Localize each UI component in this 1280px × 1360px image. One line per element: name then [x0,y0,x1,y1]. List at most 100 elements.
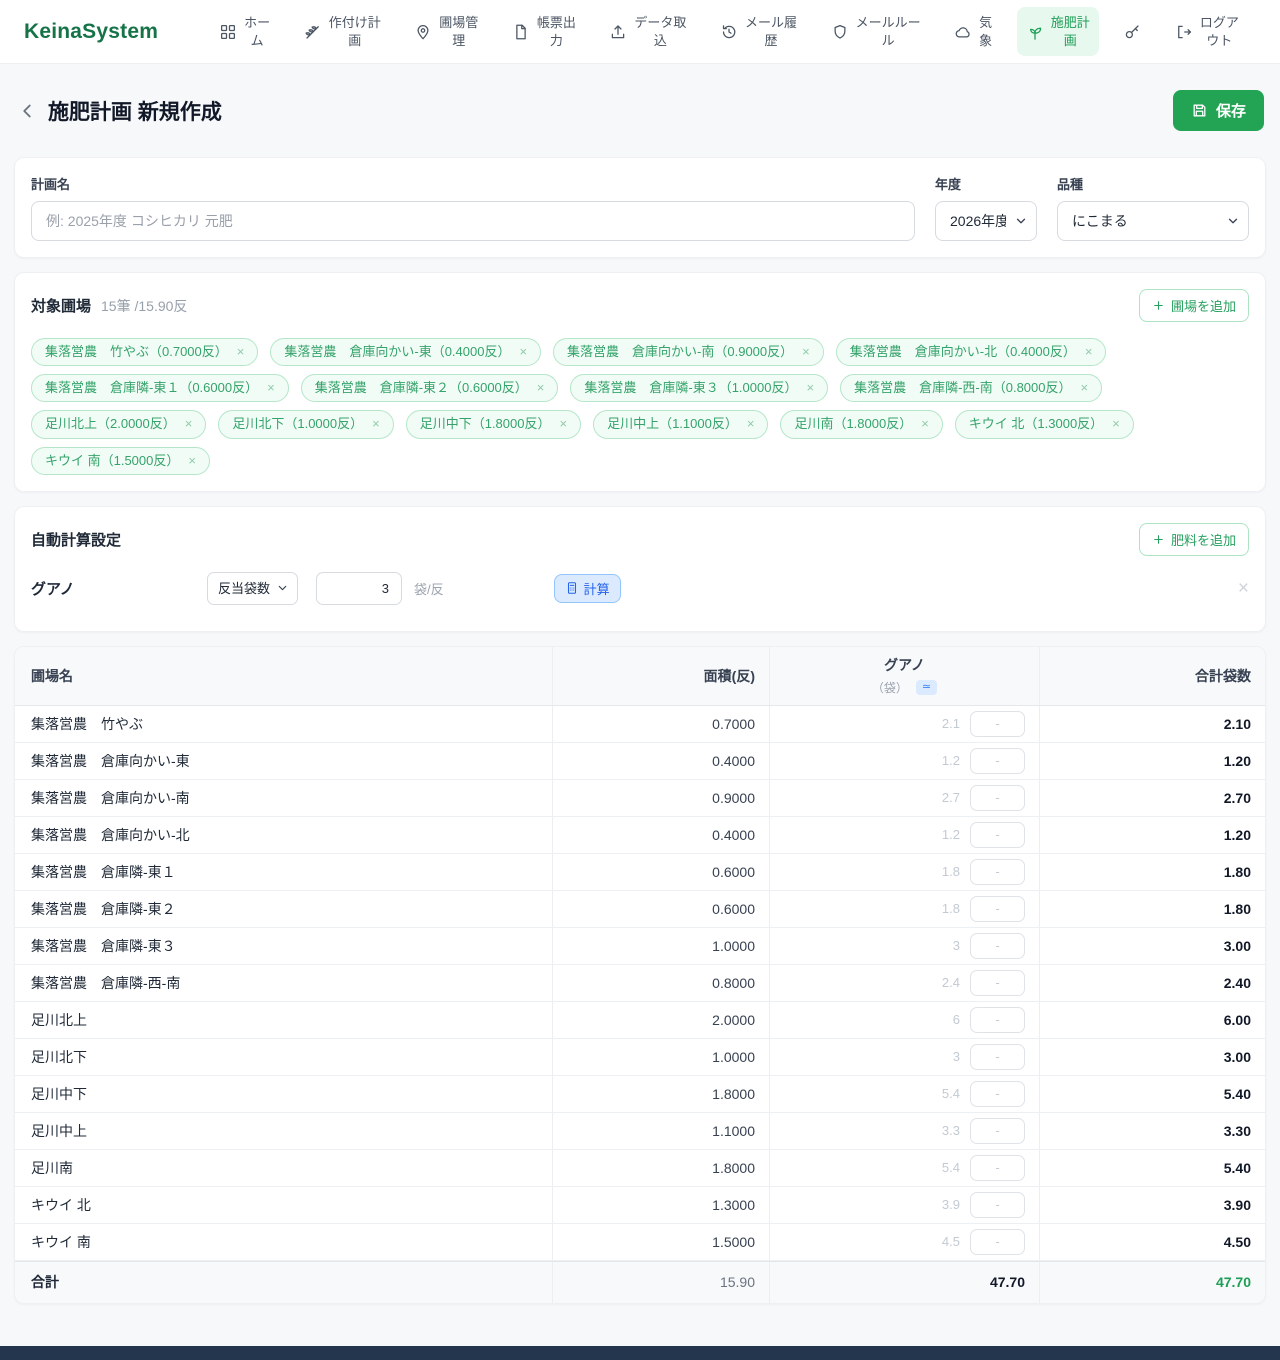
row-total-bags: 1.80 [1039,891,1266,927]
target-fields-summary: 15筆 /15.90反 [101,296,187,316]
remove-tag-icon[interactable]: × [921,415,929,433]
nav-item-planting-plan[interactable]: 作付け計 画 [295,7,390,56]
row-guano-cell: 3 [769,1039,1039,1075]
approx-badge[interactable]: ≃ [916,680,937,695]
remove-tag-icon[interactable]: × [802,343,810,361]
add-field-button[interactable]: 圃場を追加 [1139,289,1249,322]
field-tag-label: 集落営農 竹やぶ（0.7000反） [45,343,228,361]
chevron-left-icon [16,100,38,122]
calc-button[interactable]: 計算 [554,574,621,603]
row-guano-input[interactable] [970,859,1025,885]
row-guano-input[interactable] [970,1007,1025,1033]
col-guano-unit: （袋） [872,679,908,696]
remove-tag-icon[interactable]: × [267,379,275,397]
col-guano-name: グアノ [884,655,925,675]
row-guano-input[interactable] [970,896,1025,922]
nav-item-fertilization-plan[interactable]: 施肥計 画 [1017,7,1099,56]
row-guano-input[interactable] [970,970,1025,996]
shield-icon [831,23,849,41]
row-guano-input[interactable] [970,1192,1025,1218]
save-button[interactable]: 保存 [1173,90,1264,131]
row-field-name: 集落営農 竹やぶ [15,706,552,742]
plan-name-input[interactable] [31,201,915,241]
remove-tag-icon[interactable]: × [747,415,755,433]
nav-item-weather[interactable]: 気 象 [945,7,1001,56]
page-title: 施肥計画 新規作成 [48,96,222,126]
nav-item-key[interactable] [1114,16,1150,48]
bags-per-tan-input[interactable] [316,572,402,605]
field-tag: 集落営農 倉庫隣-西-南（0.8000反）× [840,374,1102,402]
remove-tag-icon[interactable]: × [237,343,245,361]
add-field-label: 圃場を追加 [1171,296,1236,315]
field-tag: 集落営農 倉庫隣-東３（1.0000反）× [570,374,828,402]
row-area: 1.8000 [552,1076,769,1112]
variety-select[interactable]: にこまる [1057,201,1249,241]
row-guano-cell: 3 [769,928,1039,964]
remove-tag-icon[interactable]: × [559,415,567,433]
nav-item-data-import[interactable]: データ取 込 [600,7,695,56]
nav-item-label: 作付け計 画 [329,14,381,49]
app-logo[interactable]: KeinaSystem [24,20,158,44]
table-row: 集落営農 竹やぶ0.70002.12.10 [15,706,1265,743]
row-guano-input[interactable] [970,785,1025,811]
year-select[interactable]: 2026年度 [935,201,1037,241]
remove-tag-icon[interactable]: × [188,452,196,470]
remove-tag-icon[interactable]: × [185,415,193,433]
field-tag: 足川北下（1.0000反）× [218,410,393,438]
remove-tag-icon[interactable]: × [806,379,814,397]
row-area: 1.1000 [552,1113,769,1149]
field-tag: 集落営農 倉庫向かい-南（0.9000反）× [553,338,824,366]
add-fertilizer-button[interactable]: 肥料を追加 [1139,523,1249,556]
row-total-bags: 1.80 [1039,854,1266,890]
nav-item-logout[interactable]: ログア ウト [1166,7,1248,56]
field-tag-label: 集落営農 倉庫向かい-北（0.4000反） [850,343,1076,361]
table-row: 足川北下1.000033.00 [15,1039,1265,1076]
nav-item-field-management[interactable]: 圃場管 理 [405,7,487,56]
calc-mode-select[interactable]: 反当袋数 [207,572,298,605]
remove-tag-icon[interactable]: × [1080,379,1088,397]
row-guano-auto: 5.4 [770,1086,960,1101]
row-guano-input[interactable] [970,1229,1025,1255]
row-guano-input[interactable] [970,711,1025,737]
variety-label: 品種 [1057,174,1249,193]
nav-item-label: 気 象 [979,14,992,49]
row-guano-cell: 2.1 [769,706,1039,742]
field-tags: 集落営農 竹やぶ（0.7000反）×集落営農 倉庫向かい-東（0.4000反）×… [31,338,1249,475]
row-guano-input[interactable] [970,1044,1025,1070]
row-field-name: 集落営農 倉庫向かい-北 [15,817,552,853]
row-total-bags: 1.20 [1039,743,1266,779]
remove-fertilizer-button[interactable]: × [1238,579,1249,598]
field-tag: 集落営農 倉庫隣-東２（0.6000反）× [301,374,559,402]
row-area: 1.8000 [552,1150,769,1186]
field-tag-label: 足川南（1.8000反） [794,415,912,433]
plus-icon [1152,299,1165,312]
remove-tag-icon[interactable]: × [1112,415,1120,433]
nav-item-mail-history[interactable]: メール履 歴 [711,7,806,56]
row-guano-cell: 3.3 [769,1113,1039,1149]
plus-icon [1152,533,1165,546]
table-row: 足川北上2.000066.00 [15,1002,1265,1039]
remove-tag-icon[interactable]: × [1085,343,1093,361]
logout-icon [1175,23,1193,41]
back-button[interactable] [16,100,38,122]
nav-item-home[interactable]: ホー ム [210,7,279,56]
remove-tag-icon[interactable]: × [372,415,380,433]
year-label: 年度 [935,174,1037,193]
row-field-name: 集落営農 倉庫向かい-東 [15,743,552,779]
row-guano-auto: 4.5 [770,1234,960,1249]
remove-tag-icon[interactable]: × [519,343,527,361]
row-guano-input[interactable] [970,822,1025,848]
row-area: 0.6000 [552,854,769,890]
nav-item-mail-rules[interactable]: メールルー ル [822,7,930,56]
remove-tag-icon[interactable]: × [537,379,545,397]
row-total-bags: 2.40 [1039,965,1266,1001]
row-guano-input[interactable] [970,1081,1025,1107]
row-guano-input[interactable] [970,748,1025,774]
row-guano-input[interactable] [970,933,1025,959]
row-total-bags: 5.40 [1039,1076,1266,1112]
row-guano-input[interactable] [970,1118,1025,1144]
nav-item-report-output[interactable]: 帳票出 力 [503,7,585,56]
row-guano-input[interactable] [970,1155,1025,1181]
add-fertilizer-label: 肥料を追加 [1171,530,1236,549]
unit-label: 袋/反 [414,579,444,598]
